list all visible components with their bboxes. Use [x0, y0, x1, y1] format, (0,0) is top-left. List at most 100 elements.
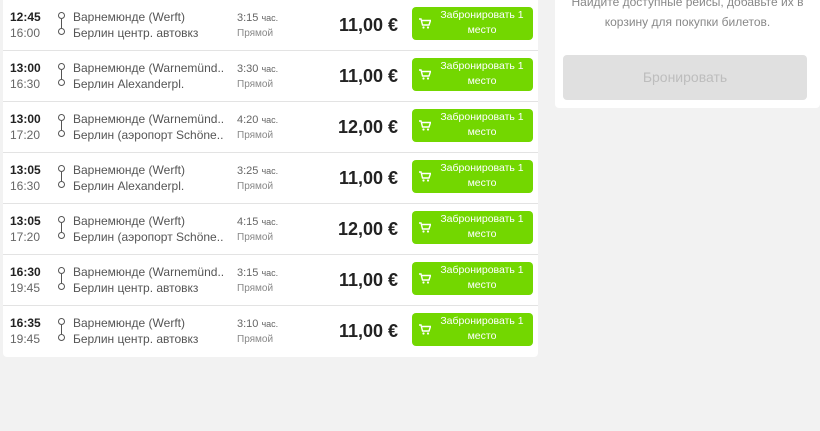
trip-stations: Варнемюнде (Warnemünd... Берлин Alexande…: [73, 60, 223, 92]
trip-price: 11,00 €: [338, 168, 398, 188]
route-line-icon: [58, 114, 68, 144]
book-seat-label-line2: место: [467, 330, 497, 342]
duration-unit: час.: [261, 217, 279, 227]
duration-value: 4:20: [237, 114, 259, 126]
book-seat-button[interactable]: Забронировать 1 место: [412, 211, 533, 244]
duration-unit: час.: [261, 115, 279, 125]
duration-unit: час.: [261, 166, 279, 176]
trip-type: Прямой: [237, 334, 274, 345]
trip-times: 13:00 17:20: [10, 111, 50, 143]
book-seat-label-line1: Забронировать 1: [440, 264, 524, 276]
cart-icon: [419, 18, 431, 29]
trip-type: Прямой: [237, 28, 274, 39]
trip-price: 11,00 €: [338, 15, 398, 35]
book-seat-button[interactable]: Забронировать 1 место: [412, 262, 533, 295]
route-line-icon: [58, 318, 68, 348]
trip-stations: Варнемюнде (Warnemünd... Берлин центр. а…: [73, 264, 223, 296]
trip-duration: 4:15 час. Прямой: [237, 214, 297, 246]
route-line-icon: [58, 216, 68, 246]
trip-type: Прямой: [237, 283, 274, 294]
book-seat-label-line2: место: [467, 177, 497, 189]
duration-value: 3:15: [237, 267, 259, 279]
duration-unit: час.: [261, 319, 279, 329]
trip-times: 16:35 19:45: [10, 315, 50, 347]
arrival-station: Берлин центр. автовкз: [73, 26, 199, 40]
book-seat-label-line1: Забронировать 1: [440, 162, 524, 174]
departure-station: Варнемюнде (Werft): [73, 316, 185, 330]
trip-type: Прямой: [237, 130, 274, 141]
route-line-icon: [58, 12, 68, 42]
trip-duration: 3:10 час. Прямой: [237, 316, 297, 348]
departure-station: Варнемюнде (Warnemünd...: [73, 112, 223, 126]
route-line-icon: [58, 165, 68, 195]
arrival-station: Берлин (аэропорт Schöne...: [73, 128, 223, 142]
departure-station: Варнемюнде (Warnemünd...: [73, 265, 223, 279]
cart-icon: [419, 171, 431, 182]
book-button[interactable]: Бронировать: [563, 55, 807, 100]
trip-price: 11,00 €: [338, 321, 398, 341]
arrival-time: 19:45: [10, 332, 41, 346]
book-seat-label-line1: Забронировать 1: [440, 213, 524, 225]
trip-stations: Варнемюнде (Werft) Берлин Alexanderpl.: [73, 162, 223, 194]
arrival-station: Берлин Alexanderpl.: [73, 179, 185, 193]
cart-hint: Найдите доступные рейсы, добавьте их в к…: [565, 0, 810, 32]
book-seat-label-line1: Забронировать 1: [440, 315, 524, 327]
trip-times: 16:30 19:45: [10, 264, 50, 296]
trip-duration: 3:25 час. Прямой: [237, 163, 297, 195]
arrival-time: 16:30: [10, 77, 41, 91]
trip-price: 11,00 €: [338, 270, 398, 290]
departure-time: 16:35: [10, 316, 41, 330]
arrival-station: Берлин (аэропорт Schöne...: [73, 230, 223, 244]
trip-times: 13:05 17:20: [10, 213, 50, 245]
trip-type: Прямой: [237, 79, 274, 90]
book-seat-button[interactable]: Забронировать 1 место: [412, 160, 533, 193]
trip-type: Прямой: [237, 232, 274, 243]
arrival-time: 16:30: [10, 179, 41, 193]
duration-value: 3:25: [237, 165, 259, 177]
duration-value: 3:30: [237, 63, 259, 75]
departure-station: Варнемюнде (Werft): [73, 10, 185, 24]
arrival-time: 16:00: [10, 26, 41, 40]
book-seat-button[interactable]: Забронировать 1 место: [412, 313, 533, 346]
cart-icon: [419, 69, 431, 80]
arrival-time: 19:45: [10, 281, 41, 295]
arrival-station: Берлин Alexanderpl.: [73, 77, 185, 91]
route-line-icon: [58, 267, 68, 297]
trip-row: 13:00 17:20 Варнемюнде (Warnemünd... Бер…: [3, 102, 538, 153]
duration-value: 3:15: [237, 12, 259, 24]
route-line-icon: [58, 63, 68, 93]
book-seat-label-line1: Забронировать 1: [440, 60, 524, 72]
cart-hint-line2: корзину для покупки билетов.: [604, 15, 771, 29]
book-seat-label-line2: место: [467, 126, 497, 138]
trip-duration: 3:15 час. Прямой: [237, 265, 297, 297]
book-seat-button[interactable]: Забронировать 1 место: [412, 58, 533, 91]
trip-duration: 3:30 час. Прямой: [237, 61, 297, 93]
trip-price: 12,00 €: [337, 117, 398, 137]
trip-row: 16:35 19:45 Варнемюнде (Werft) Берлин це…: [3, 306, 538, 356]
departure-station: Варнемюнде (Warnemünd...: [73, 61, 223, 75]
departure-time: 13:00: [10, 112, 41, 126]
departure-station: Варнемюнде (Werft): [73, 214, 185, 228]
trip-duration: 4:20 час. Прямой: [237, 112, 297, 144]
arrival-time: 17:20: [10, 128, 41, 142]
book-seat-button[interactable]: Забронировать 1 место: [412, 7, 533, 40]
departure-time: 13:05: [10, 163, 41, 177]
cart-hint-line1: Найдите доступные рейсы, добавьте их в: [571, 0, 804, 9]
duration-value: 3:10: [237, 318, 259, 330]
trip-row: 13:05 17:20 Варнемюнде (Werft) Берлин (а…: [3, 204, 538, 255]
departure-time: 16:30: [10, 265, 41, 279]
trip-list: 12:45 16:00 Варнемюнде (Werft) Берлин це…: [3, 0, 538, 357]
trip-stations: Варнемюнде (Warnemünd... Берлин (аэропор…: [73, 111, 223, 143]
arrival-station: Берлин центр. автовкз: [73, 332, 199, 346]
book-seat-label-line2: место: [467, 75, 497, 87]
book-seat-label-line1: Забронировать 1: [440, 9, 524, 21]
book-seat-button[interactable]: Забронировать 1 место: [412, 109, 533, 142]
cart-panel: Найдите доступные рейсы, добавьте их в к…: [555, 0, 820, 108]
cart-icon: [419, 273, 431, 284]
departure-time: 12:45: [10, 10, 41, 24]
arrival-station: Берлин центр. автовкз: [73, 281, 199, 295]
arrival-time: 17:20: [10, 230, 41, 244]
trip-duration: 3:15 час. Прямой: [237, 10, 297, 42]
trip-times: 13:00 16:30: [10, 60, 50, 92]
trip-row: 13:05 16:30 Варнемюнде (Werft) Берлин Al…: [3, 153, 538, 204]
